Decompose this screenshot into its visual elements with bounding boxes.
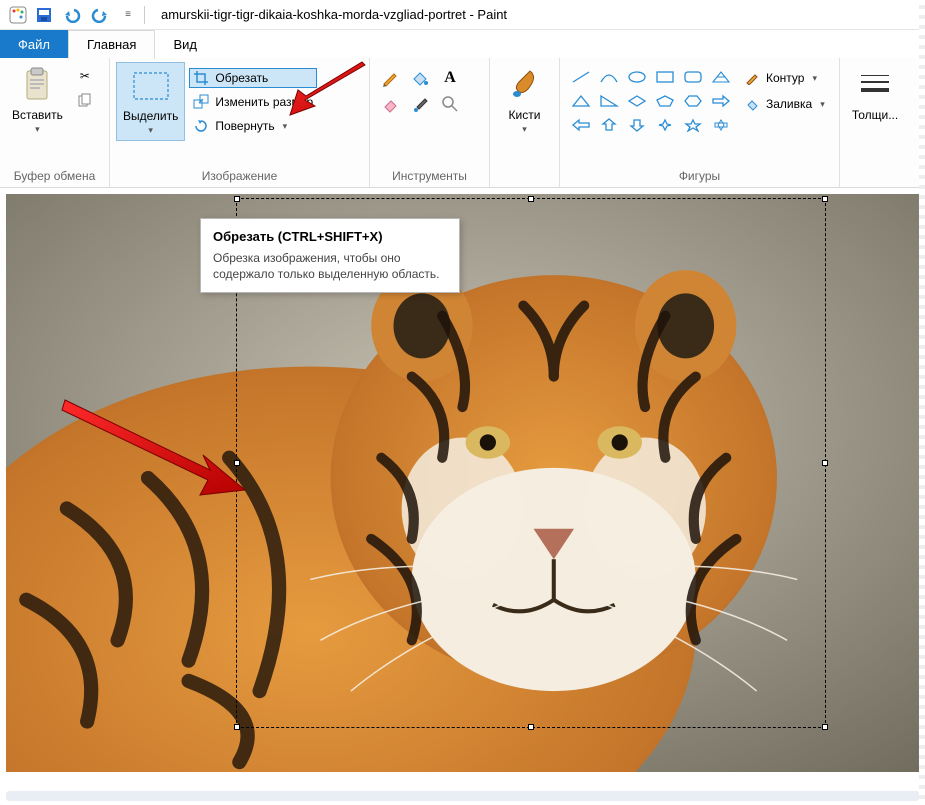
shape-pentagon[interactable] <box>654 92 676 110</box>
shape-star6[interactable] <box>710 116 732 134</box>
crop-label: Обрезать <box>215 71 268 85</box>
group-label-clipboard: Буфер обмена <box>6 167 103 185</box>
quick-access-toolbar: ≡ <box>34 5 138 25</box>
tab-view[interactable]: Вид <box>155 30 215 58</box>
clipboard-icon <box>21 66 53 104</box>
magnifier-tool[interactable] <box>440 94 460 114</box>
annotation-arrow-selection <box>60 390 250 510</box>
tooltip-title: Обрезать (CTRL+SHIFT+X) <box>213 229 447 244</box>
group-label-tools: Инструменты <box>376 167 483 185</box>
dropdown-arrow-icon <box>35 122 40 135</box>
shapes-gallery[interactable] <box>566 62 736 140</box>
paint-app-icon <box>8 5 28 25</box>
dropdown-arrow-icon: ▾ <box>820 99 825 110</box>
handle-bottom-mid[interactable] <box>528 724 534 730</box>
color-picker-tool[interactable] <box>410 94 430 114</box>
shape-hexagon[interactable] <box>682 92 704 110</box>
horizontal-scrollbar[interactable] <box>6 791 919 801</box>
scissors-icon: ✂ <box>77 68 93 84</box>
group-label-brushes <box>496 181 553 185</box>
eraser-tool[interactable] <box>380 94 400 114</box>
pencil-tool[interactable] <box>380 68 400 88</box>
shape-roundrect[interactable] <box>682 68 704 86</box>
dropdown-arrow-icon <box>522 122 527 135</box>
cut-button[interactable]: ✂ <box>73 66 97 86</box>
selection-rect-icon <box>130 67 172 105</box>
group-shapes: Контур ▾ Заливка ▾ Фигуры <box>560 58 840 187</box>
fill-tool[interactable] <box>410 68 430 88</box>
group-brushes: Кисти <box>490 58 560 187</box>
shape-line[interactable] <box>570 68 592 86</box>
shape-curve[interactable] <box>598 68 620 86</box>
shape-arrow-down[interactable] <box>626 116 648 134</box>
bucket-icon <box>744 96 760 112</box>
shape-triangle[interactable] <box>570 92 592 110</box>
group-label-size <box>846 181 904 185</box>
tab-file[interactable]: Файл <box>0 30 68 58</box>
select-label: Выделить <box>123 109 178 123</box>
shape-rect[interactable] <box>654 68 676 86</box>
save-icon[interactable] <box>34 5 54 25</box>
group-label-shapes: Фигуры <box>566 167 833 185</box>
copy-icon <box>77 92 93 108</box>
group-clipboard: Вставить ✂ Буфер обмена <box>0 58 110 187</box>
pencil-outline-icon <box>744 70 760 86</box>
window-title: amurskii-tigr-tigr-dikaia-koshka-morda-v… <box>161 7 507 22</box>
torn-edge <box>919 0 925 805</box>
brush-icon <box>508 66 542 104</box>
handle-bottom-right[interactable] <box>822 724 828 730</box>
crop-icon <box>193 70 209 86</box>
paste-button[interactable]: Вставить <box>6 62 69 139</box>
qat-separator <box>144 6 145 24</box>
size-button[interactable]: Толщи... <box>846 62 904 126</box>
handle-top-mid[interactable] <box>528 196 534 202</box>
group-tools: A Инструменты <box>370 58 490 187</box>
ribbon-tabs: Файл Главная Вид <box>0 30 925 58</box>
shape-diamond[interactable] <box>626 92 648 110</box>
undo-icon[interactable] <box>62 5 82 25</box>
dropdown-arrow-icon <box>148 123 153 136</box>
annotation-arrow-crop <box>280 60 370 120</box>
handle-right-mid[interactable] <box>822 460 828 466</box>
brushes-button[interactable]: Кисти <box>497 62 553 139</box>
tooltip-body: Обрезка изображения, чтобы оно содержало… <box>213 250 447 282</box>
paste-label: Вставить <box>12 108 63 122</box>
copy-button[interactable] <box>73 90 97 110</box>
resize-icon <box>193 94 209 110</box>
tab-home[interactable]: Главная <box>68 30 155 59</box>
size-label: Толщи... <box>852 108 898 122</box>
customize-qat-icon[interactable]: ≡ <box>118 5 138 25</box>
shape-right-triangle[interactable] <box>598 92 620 110</box>
handle-bottom-left[interactable] <box>234 724 240 730</box>
shape-polygon[interactable] <box>710 68 732 86</box>
shape-arrow-up[interactable] <box>598 116 620 134</box>
rotate-icon <box>193 118 209 134</box>
fill-label: Заливка <box>766 97 812 111</box>
handle-top-right[interactable] <box>822 196 828 202</box>
crop-tooltip: Обрезать (CTRL+SHIFT+X) Обрезка изображе… <box>200 218 460 293</box>
text-tool[interactable]: A <box>440 68 460 88</box>
fill-button[interactable]: Заливка ▾ <box>740 94 829 114</box>
shape-oval[interactable] <box>626 68 648 86</box>
outline-button[interactable]: Контур ▾ <box>740 68 829 88</box>
group-label-image: Изображение <box>116 167 363 185</box>
rotate-label: Повернуть <box>215 119 274 133</box>
brushes-label: Кисти <box>509 108 541 122</box>
title-bar: ≡ amurskii-tigr-tigr-dikaia-koshka-morda… <box>0 0 925 30</box>
shape-arrow-right[interactable] <box>710 92 732 110</box>
shape-arrow-left[interactable] <box>570 116 592 134</box>
line-thickness-icon <box>859 66 891 104</box>
dropdown-arrow-icon: ▾ <box>283 121 288 132</box>
shape-star4[interactable] <box>654 116 676 134</box>
outline-label: Контур <box>766 71 804 85</box>
shape-star5[interactable] <box>682 116 704 134</box>
redo-icon[interactable] <box>90 5 110 25</box>
handle-top-left[interactable] <box>234 196 240 202</box>
group-size: Толщи... <box>840 58 910 187</box>
select-button[interactable]: Выделить <box>116 62 185 141</box>
dropdown-arrow-icon: ▾ <box>812 73 817 84</box>
ribbon: Вставить ✂ Буфер обмена Выделить <box>0 58 925 188</box>
